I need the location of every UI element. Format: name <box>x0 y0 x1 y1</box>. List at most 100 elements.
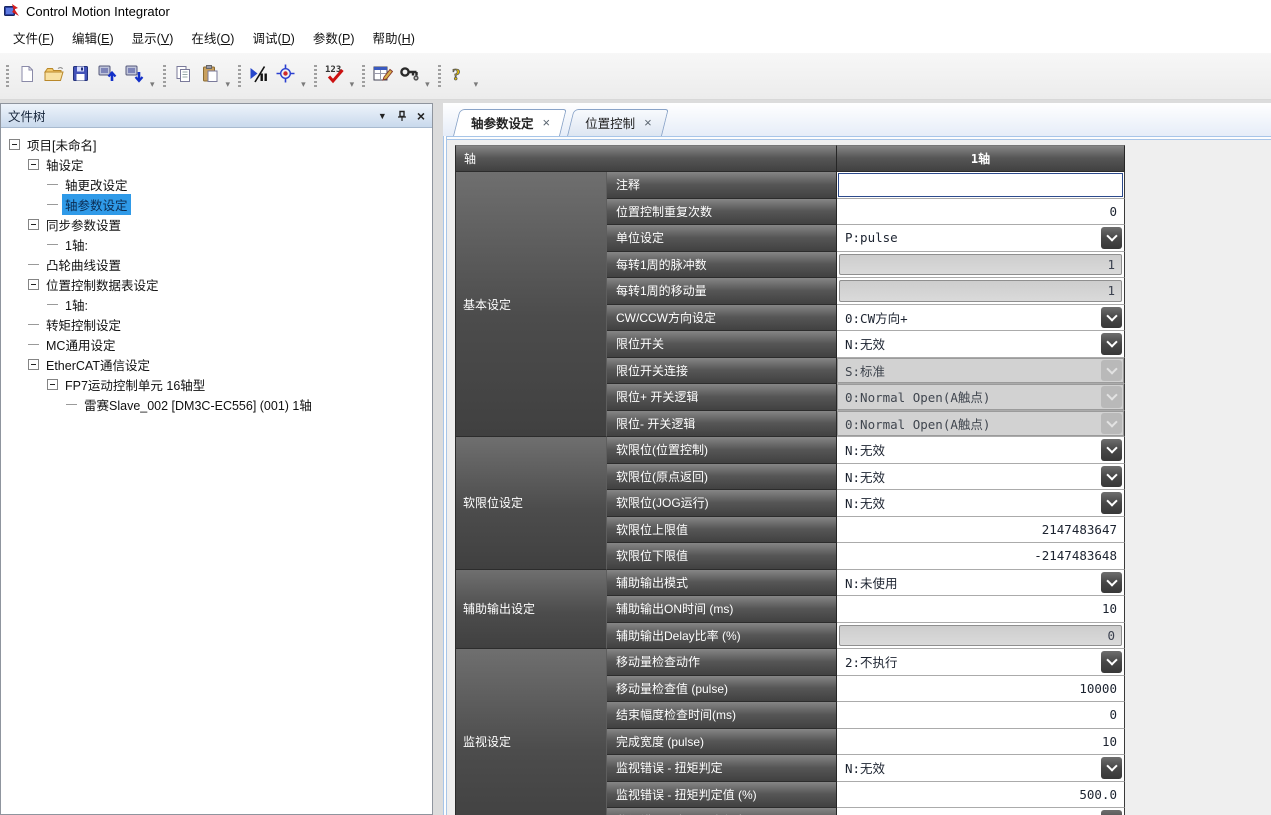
tree-item[interactable]: 转矩控制设定 <box>1 314 432 334</box>
tree-expander-icon[interactable] <box>28 279 43 290</box>
toolbar-overflow-icon[interactable]: ▾ <box>474 79 479 90</box>
toolbar-grip[interactable] <box>362 65 365 87</box>
param-value-dropdown[interactable]: N:无效 <box>837 331 1125 358</box>
toolbar-overflow-icon[interactable]: ▾ <box>425 79 430 90</box>
menu-item-V[interactable]: 显示(V) <box>123 24 183 51</box>
param-value-dropdown[interactable]: P:pulse <box>837 225 1125 252</box>
tree-item-label[interactable]: 雷赛Slave_002 [DM3C-EC556] (001) 1轴 <box>81 394 315 415</box>
tree-item-label[interactable]: 轴设定 <box>43 154 87 175</box>
param-value-input[interactable] <box>837 172 1125 199</box>
menu-item-P[interactable]: 参数(P) <box>304 24 364 51</box>
tree-item[interactable]: 位置控制数据表设定 <box>1 274 432 294</box>
tree-item-label[interactable]: 凸轮曲线设置 <box>43 254 124 275</box>
toolbar-overflow-icon[interactable]: ▾ <box>150 79 155 90</box>
tab-close-icon[interactable]: × <box>543 116 551 129</box>
param-value-number[interactable]: 10000 <box>837 676 1125 703</box>
tree-item-label[interactable]: 1轴: <box>62 234 91 255</box>
param-value-number[interactable]: 10 <box>837 729 1125 756</box>
tree-item[interactable]: FP7运动控制单元 16轴型 <box>1 374 432 394</box>
tree-item-label[interactable]: 同步参数设置 <box>43 214 124 235</box>
toolbar-grip[interactable] <box>314 65 317 87</box>
tree-item[interactable]: EtherCAT通信设定 <box>1 354 432 374</box>
toolbar-grip[interactable] <box>163 65 166 87</box>
toolbar-grip[interactable] <box>438 65 441 87</box>
tree-item-label[interactable]: EtherCAT通信设定 <box>43 354 153 375</box>
param-value-number[interactable]: 0 <box>837 702 1125 729</box>
tree-expander-icon[interactable] <box>9 139 24 150</box>
toolbar-overflow-icon[interactable]: ▾ <box>301 79 306 90</box>
param-value-number[interactable]: 2147483647 <box>837 517 1125 544</box>
dropdown-arrow-icon[interactable] <box>1101 757 1122 779</box>
panel-pin-icon[interactable] <box>397 110 407 122</box>
dropdown-arrow-icon[interactable] <box>1101 810 1122 815</box>
param-value-number[interactable]: 500.0 <box>837 782 1125 809</box>
tree-item[interactable]: 雷赛Slave_002 [DM3C-EC556] (001) 1轴 <box>1 394 432 414</box>
menu-item-F[interactable]: 文件(F) <box>4 24 63 51</box>
param-value-dropdown[interactable]: N:无效 <box>837 808 1125 815</box>
save-button[interactable] <box>67 63 94 90</box>
paste-button[interactable] <box>197 63 224 90</box>
tree-expander-icon[interactable] <box>28 159 43 170</box>
servo-toggle-button[interactable] <box>245 63 272 90</box>
param-value-dropdown[interactable]: N:无效 <box>837 755 1125 782</box>
param-edit-button[interactable] <box>369 63 396 90</box>
param-value-number[interactable]: -2147483648 <box>837 543 1125 570</box>
tree-item[interactable]: 1轴: <box>1 234 432 254</box>
param-value-dropdown[interactable]: 0:CW方向+ <box>837 305 1125 332</box>
tree-item[interactable]: 轴设定 <box>1 154 432 174</box>
toolbar-grip[interactable] <box>6 65 9 87</box>
panel-collapse-arrow-icon[interactable]: ▼ <box>378 111 387 121</box>
tree-item[interactable]: 同步参数设置 <box>1 214 432 234</box>
param-value-number[interactable]: 0 <box>837 199 1125 226</box>
copy-button[interactable] <box>170 63 197 90</box>
param-value-number[interactable]: 10 <box>837 596 1125 623</box>
param-value-dropdown[interactable]: N:无效 <box>837 464 1125 491</box>
dropdown-arrow-icon[interactable] <box>1101 227 1122 249</box>
tree-item[interactable]: 项目[未命名] <box>1 134 432 154</box>
tree-item[interactable]: 1轴: <box>1 294 432 314</box>
tree-item-label[interactable]: MC通用设定 <box>43 334 118 355</box>
toolbar-grip[interactable] <box>238 65 241 87</box>
menu-item-D[interactable]: 调试(D) <box>243 24 303 51</box>
dropdown-arrow-icon[interactable] <box>1101 651 1122 673</box>
param-value-dropdown[interactable]: N:无效 <box>837 437 1125 464</box>
open-folder-button[interactable] <box>40 63 67 90</box>
download-unit-button[interactable] <box>121 63 148 90</box>
tree-expander-icon[interactable] <box>28 359 43 370</box>
tree-item-label[interactable]: 项目[未命名] <box>24 134 99 155</box>
toolbar-overflow-icon[interactable]: ▾ <box>350 79 355 90</box>
tree-item-label[interactable]: 转矩控制设定 <box>43 314 124 335</box>
tree-item-label[interactable]: 位置控制数据表设定 <box>43 274 162 295</box>
tab-axis-param[interactable]: 轴参数设定× <box>453 109 560 136</box>
tree-item-label[interactable]: 1轴: <box>62 294 91 315</box>
key-button[interactable] <box>396 63 423 90</box>
tree-item[interactable]: 轴更改设定 <box>1 174 432 194</box>
menu-item-O[interactable]: 在线(O) <box>182 24 243 51</box>
toolbar-overflow-icon[interactable]: ▾ <box>226 79 231 90</box>
tree-item[interactable]: MC通用设定 <box>1 334 432 354</box>
dropdown-arrow-icon[interactable] <box>1101 439 1122 461</box>
menu-item-E[interactable]: 编辑(E) <box>63 24 123 51</box>
param-value-dropdown[interactable]: N:未使用 <box>837 570 1125 597</box>
dropdown-arrow-icon[interactable] <box>1101 572 1122 594</box>
tree-item-label[interactable]: 轴更改设定 <box>62 174 131 195</box>
new-doc-button[interactable] <box>13 63 40 90</box>
param-value-dropdown[interactable]: N:无效 <box>837 490 1125 517</box>
help-button[interactable]: ? <box>445 63 472 90</box>
upload-unit-button[interactable] <box>94 63 121 90</box>
param-value-dropdown[interactable]: 2:不执行 <box>837 649 1125 676</box>
tree-expander-icon[interactable] <box>28 219 43 230</box>
tree-expander-icon[interactable] <box>47 379 62 390</box>
tab-position-control[interactable]: 位置控制× <box>567 109 662 136</box>
menu-item-H[interactable]: 帮助(H) <box>364 24 424 51</box>
tree-item[interactable]: 凸轮曲线设置 <box>1 254 432 274</box>
dropdown-arrow-icon[interactable] <box>1101 333 1122 355</box>
tab-close-icon[interactable]: × <box>644 116 652 129</box>
dropdown-arrow-icon[interactable] <box>1101 307 1122 329</box>
tree-item[interactable]: 轴参数设定 <box>1 194 432 214</box>
tree-item-label[interactable]: FP7运动控制单元 16轴型 <box>62 374 208 395</box>
tree-item-label-selected[interactable]: 轴参数设定 <box>62 194 131 215</box>
panel-close-icon[interactable]: × <box>417 109 425 123</box>
dropdown-arrow-icon[interactable] <box>1101 492 1122 514</box>
positioning-button[interactable] <box>272 63 299 90</box>
